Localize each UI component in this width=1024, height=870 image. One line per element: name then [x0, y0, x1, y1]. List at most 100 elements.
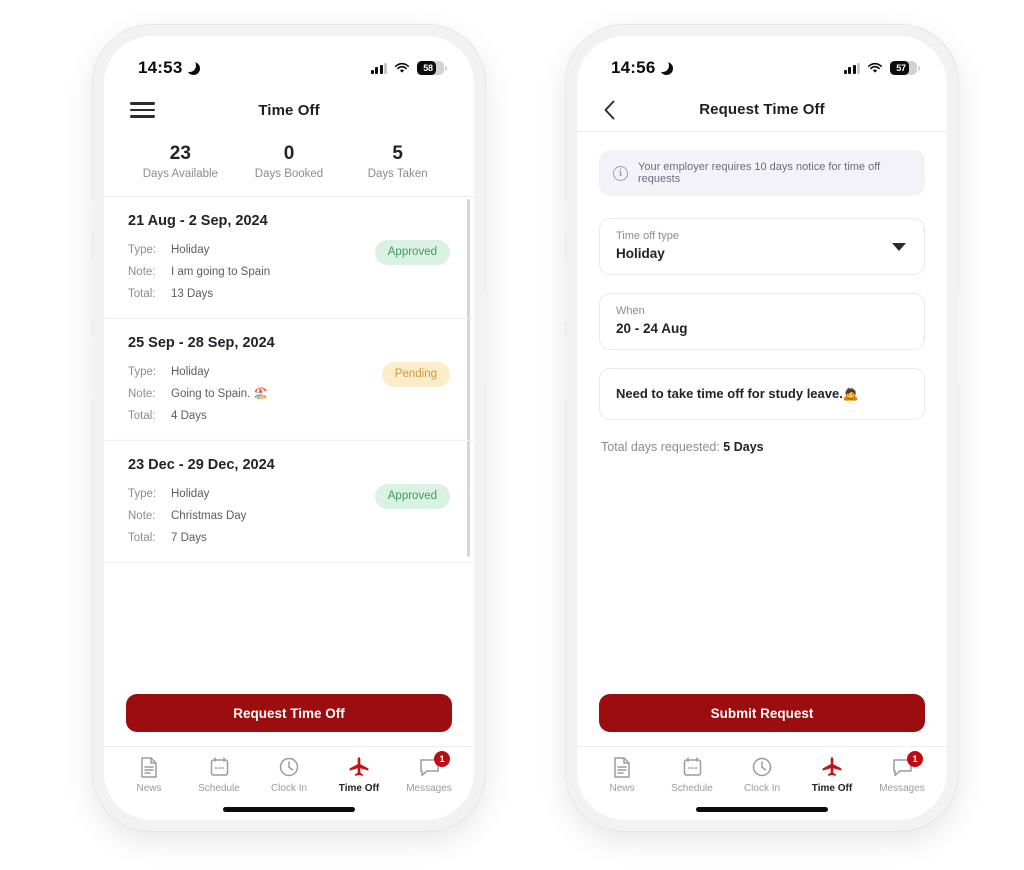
time-off-request-row[interactable]: 21 Aug - 2 Sep, 2024 Type: Holiday Note:… — [104, 197, 474, 319]
status-badge: Pending — [381, 361, 450, 388]
app-header: Time Off — [104, 88, 474, 132]
screen-time-off-list: 14:53 58 Time Off 23 Days Available 0 Da… — [104, 36, 474, 820]
request-list-scroll[interactable]: 21 Aug - 2 Sep, 2024 Type: Holiday Note:… — [104, 197, 474, 694]
volume-down-button[interactable] — [563, 337, 567, 399]
tab-clock-in[interactable]: Clock In — [727, 756, 797, 794]
time-off-type-select[interactable]: Time off type Holiday — [599, 218, 925, 275]
time-off-request-row[interactable]: 25 Sep - 28 Sep, 2024 Type: Holiday Note… — [104, 319, 474, 441]
silent-switch[interactable] — [563, 200, 567, 233]
request-note-key: Note: — [128, 509, 156, 522]
tab-clock-in[interactable]: Clock In — [254, 756, 324, 794]
tab-label: News — [136, 783, 162, 794]
page-title: Time Off — [258, 101, 320, 119]
request-note-value: Going to Spain. 🏖️ — [171, 387, 268, 400]
summary-label: Days Available — [142, 167, 218, 180]
total-days-value: 5 Days — [723, 440, 764, 454]
tab-messages[interactable]: 1 Messages — [867, 751, 937, 794]
tab-label: Clock In — [270, 783, 308, 794]
app-header: Request Time Off — [577, 88, 947, 132]
tab-news[interactable]: News — [114, 756, 184, 794]
notice-banner-text: Your employer requires 10 days notice fo… — [638, 161, 881, 185]
request-time-off-button[interactable]: Request Time Off — [126, 694, 452, 732]
battery-icon: 57 — [890, 61, 920, 75]
airplane-icon — [821, 756, 843, 778]
volume-up-button[interactable] — [563, 260, 567, 322]
bottom-area: Submit Request News Schedule Clock In Ti… — [577, 694, 947, 820]
request-note-key: Note: — [128, 387, 156, 400]
time-off-request-row[interactable]: 23 Dec - 29 Dec, 2024 Type: Holiday Note… — [104, 441, 474, 563]
volume-down-button[interactable] — [90, 337, 94, 399]
clock-icon — [279, 756, 299, 778]
bottom-area: Request Time Off News Schedule Clock In … — [104, 694, 474, 820]
tab-news[interactable]: News — [587, 756, 657, 794]
chevron-left-icon[interactable] — [603, 99, 625, 121]
field-value: Holiday — [616, 246, 665, 261]
request-total-key: Total: — [128, 531, 156, 544]
volume-up-button[interactable] — [90, 260, 94, 322]
summary-label: Days Booked — [254, 167, 324, 180]
when-date-range-field[interactable]: When 20 - 24 Aug — [599, 293, 925, 350]
status-time-group: 14:53 — [138, 58, 201, 78]
request-date-range: 25 Sep - 28 Sep, 2024 — [128, 334, 275, 351]
tab-label: News — [609, 783, 635, 794]
phone-device-right: 14:56 57 Request Time Off i Your employe… — [563, 25, 961, 831]
request-total-value: 13 Days — [171, 287, 214, 300]
status-bar: 14:56 57 — [577, 36, 947, 88]
summary-value: 0 — [283, 143, 295, 164]
request-total-row: Total: 4 Days — [128, 405, 450, 427]
caret-down-icon[interactable] — [892, 242, 906, 251]
battery-icon: 58 — [417, 61, 447, 75]
summary-days-taken: 5 Days Taken — [343, 142, 452, 180]
request-total-value: 4 Days — [171, 409, 207, 422]
note-input[interactable]: Need to take time off for study leave.🙇 — [599, 368, 925, 420]
request-type-value: Holiday — [171, 365, 210, 378]
request-type-key: Type: — [128, 243, 157, 256]
screen-request-time-off: 14:56 57 Request Time Off i Your employe… — [577, 36, 947, 820]
request-note-value: I am going to Spain — [171, 265, 271, 278]
submit-request-button[interactable]: Submit Request — [599, 694, 925, 732]
home-indicator[interactable] — [577, 798, 947, 820]
request-form-scroll[interactable]: i Your employer requires 10 days notice … — [577, 132, 947, 694]
crescent-moon-icon — [183, 58, 201, 75]
request-type-value: Holiday — [171, 487, 210, 500]
tab-label: Schedule — [198, 783, 240, 794]
request-note-key: Note: — [128, 265, 156, 278]
page-title: Request Time Off — [699, 101, 825, 118]
cellular-bars-icon — [370, 62, 387, 74]
tab-time-off[interactable]: Time Off — [797, 756, 867, 794]
request-total-key: Total: — [128, 409, 156, 422]
cellular-bars-icon — [843, 62, 860, 74]
home-indicator[interactable] — [104, 798, 474, 820]
tab-label: Time Off — [811, 783, 853, 794]
tab-label: Clock In — [743, 783, 781, 794]
status-indicators: 58 — [370, 61, 447, 75]
hamburger-menu-icon[interactable] — [130, 98, 155, 122]
calendar-icon — [683, 756, 702, 778]
request-type-key: Type: — [128, 365, 157, 378]
tab-label: Messages — [879, 783, 925, 794]
tab-schedule[interactable]: Schedule — [184, 756, 254, 794]
crescent-moon-icon — [656, 58, 674, 75]
wifi-icon — [867, 62, 883, 74]
tab-schedule[interactable]: Schedule — [657, 756, 727, 794]
messages-unread-badge: 1 — [434, 751, 450, 767]
request-date-range: 23 Dec - 29 Dec, 2024 — [128, 456, 275, 473]
tab-time-off[interactable]: Time Off — [324, 756, 394, 794]
summary-value: 5 — [392, 143, 403, 164]
calendar-icon — [210, 756, 229, 778]
power-button[interactable] — [484, 293, 488, 385]
request-form: i Your employer requires 10 days notice … — [577, 132, 947, 454]
bottom-tab-bar: News Schedule Clock In Time Off 1 Messag… — [104, 746, 474, 798]
summary-days-available: 23 Days Available — [126, 142, 235, 180]
summary-label: Days Taken — [367, 167, 428, 180]
tab-messages[interactable]: 1 Messages — [394, 751, 464, 794]
info-circle-icon: i — [613, 165, 628, 181]
wifi-icon — [394, 62, 410, 74]
status-time: 14:56 — [611, 58, 656, 77]
request-date-range: 21 Aug - 2 Sep, 2024 — [128, 212, 268, 229]
clock-icon — [752, 756, 772, 778]
silent-switch[interactable] — [90, 200, 94, 233]
airplane-icon — [348, 756, 370, 778]
tab-label: Time Off — [338, 783, 380, 794]
power-button[interactable] — [957, 293, 961, 385]
